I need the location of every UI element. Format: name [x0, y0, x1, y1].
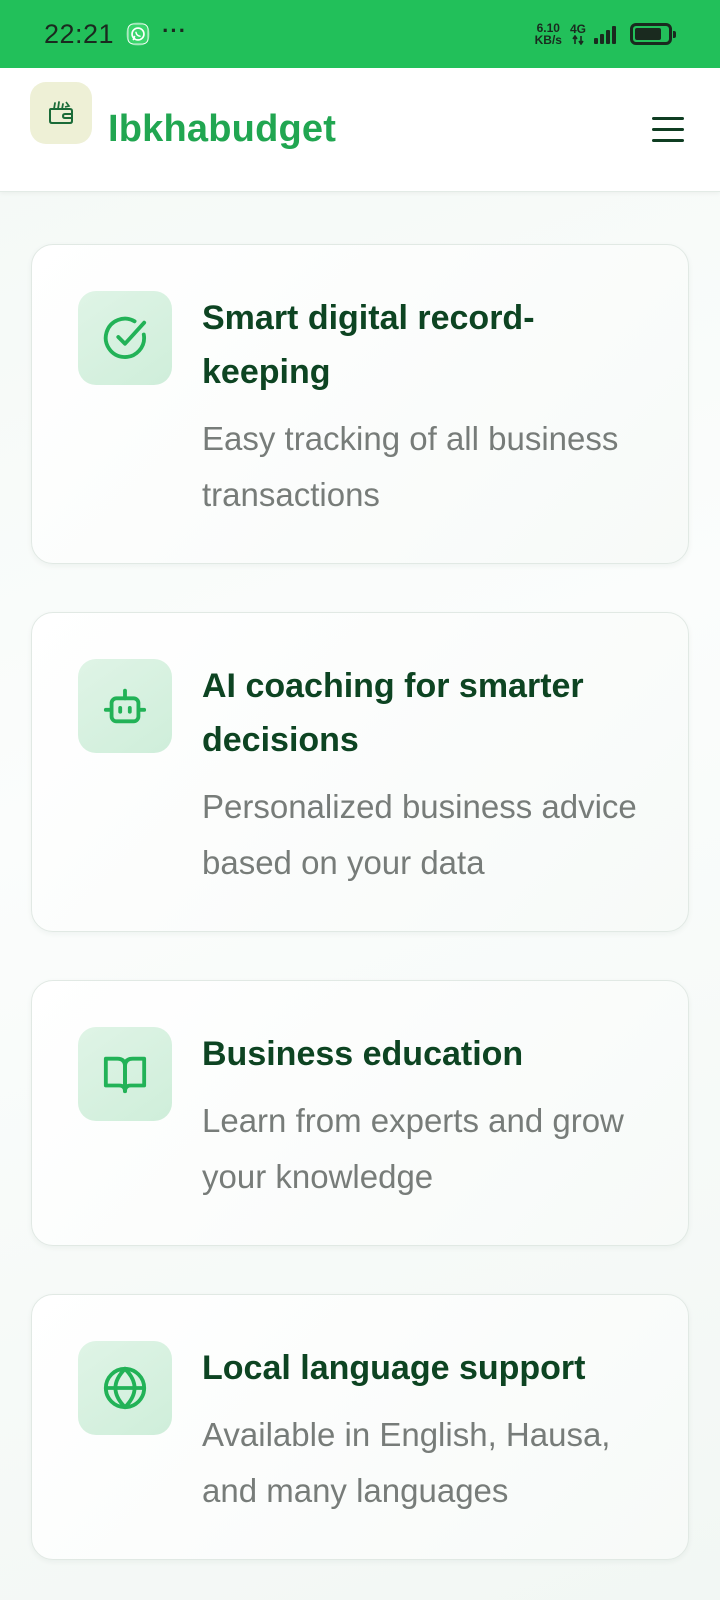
feature-text: Local language support Available in Engl… [202, 1341, 658, 1519]
battery-level [635, 28, 661, 40]
feature-card-local-language: Local language support Available in Engl… [31, 1294, 689, 1560]
feature-title: Local language support [202, 1349, 586, 1387]
feature-description: Personalized business advice based on yo… [202, 788, 637, 881]
feature-description: Easy tracking of all business transactio… [202, 420, 619, 513]
brand-name[interactable]: Ibkhabudget [108, 108, 336, 151]
feature-text: Smart digital record-keeping Easy tracki… [202, 291, 658, 523]
check-circle-icon [78, 291, 172, 385]
feature-description: Available in English, Hausa, and many la… [202, 1416, 611, 1509]
whatsapp-icon [126, 22, 151, 46]
status-time: 22:21 [44, 18, 115, 49]
robot-icon [78, 659, 172, 753]
book-open-icon [78, 1027, 172, 1121]
feature-list: Smart digital record-keeping Easy tracki… [31, 244, 689, 1560]
wallet-icon[interactable] [30, 81, 92, 144]
status-left: 22:21 ··· [44, 18, 188, 50]
status-bar: 22:21 ··· 6.10 KB/s 4G [0, 0, 720, 68]
feature-title: Smart digital record-keeping [202, 299, 535, 391]
feature-text: AI coaching for smarter decisions Person… [202, 659, 658, 891]
network-speed-unit: KB/s [534, 33, 562, 47]
globe-icon [78, 1341, 172, 1435]
network-type: 4G [570, 23, 586, 45]
app-header: Ibkhabudget [0, 68, 720, 192]
feature-card-business-education: Business education Learn from experts an… [31, 980, 689, 1246]
network-speed: 6.10 KB/s [535, 22, 562, 46]
feature-description: Learn from experts and grow your knowled… [202, 1102, 624, 1195]
hamburger-menu-icon[interactable] [646, 108, 690, 152]
feature-card-ai-coaching: AI coaching for smarter decisions Person… [31, 612, 689, 932]
network-type-label: 4G [569, 22, 586, 36]
status-right: 6.10 KB/s 4G [535, 22, 676, 46]
signal-icon [594, 24, 616, 44]
data-arrows-icon [572, 35, 584, 45]
feature-card-record-keeping: Smart digital record-keeping Easy tracki… [31, 244, 689, 564]
feature-title: Business education [202, 1035, 524, 1073]
battery-icon [630, 23, 676, 45]
feature-text: Business education Learn from experts an… [202, 1027, 658, 1205]
status-more-dots: ··· [162, 18, 188, 43]
feature-title: AI coaching for smarter decisions [202, 667, 584, 759]
